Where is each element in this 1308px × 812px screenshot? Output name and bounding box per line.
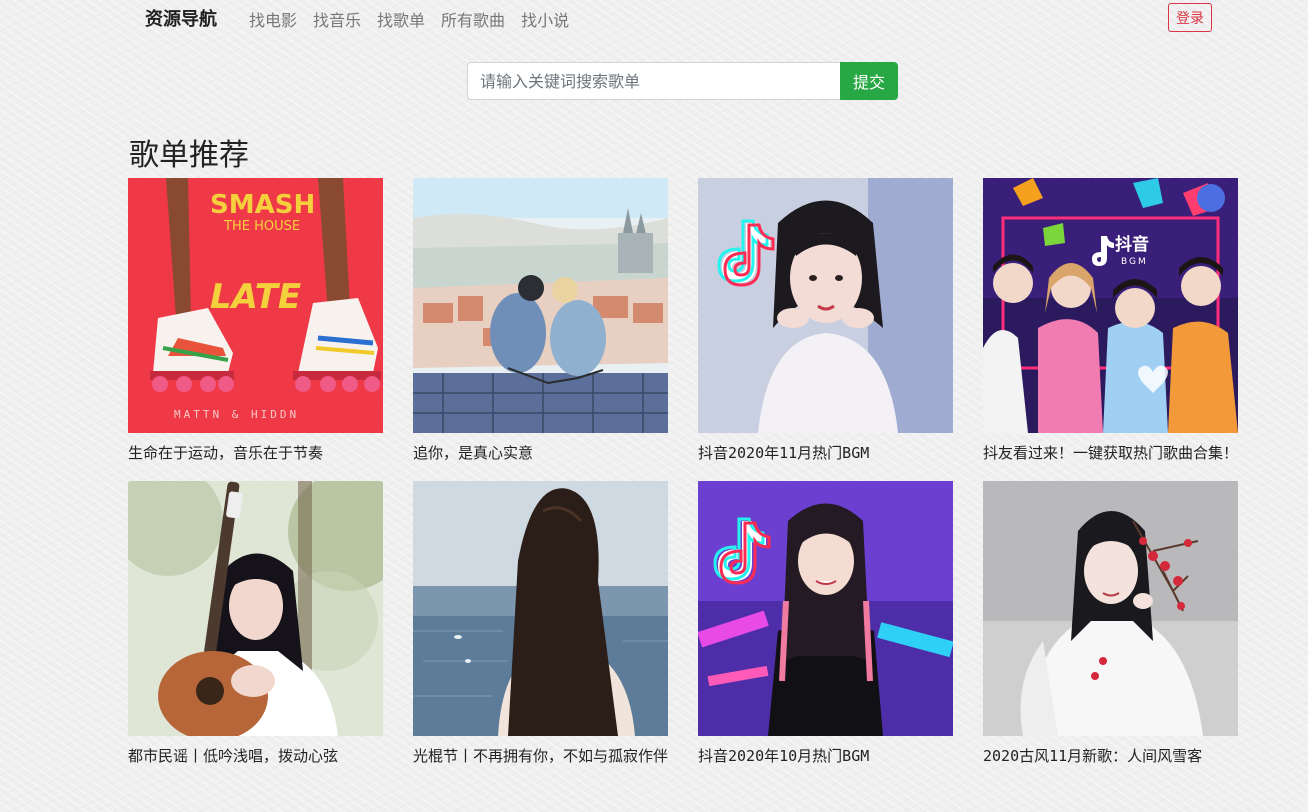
playlist-card[interactable]: 光棍节丨不再拥有你，不如与孤寂作伴 xyxy=(413,481,668,768)
svg-text:抖音: 抖音 xyxy=(1115,234,1149,255)
playlist-title[interactable]: 生命在于运动，音乐在于节奏 xyxy=(128,441,383,465)
login-button[interactable]: 登录 xyxy=(1168,3,1212,32)
playlist-title[interactable]: 抖音2020年11月热门BGM xyxy=(698,441,953,465)
nav-link-playlists[interactable]: 找歌单 xyxy=(377,7,425,31)
roller-skates-cover-image[interactable]: SMASH THE HOUSE LATE MATTN & HIDDN xyxy=(128,178,383,433)
playlist-title[interactable]: 抖友看过来！一键获取热门歌曲合集！ xyxy=(983,441,1238,465)
playlist-card[interactable]: 抖音2020年10月热门BGM xyxy=(698,481,953,768)
top-navbar: 资源导航 找电影 找音乐 找歌单 所有歌曲 找小说 登录 xyxy=(0,0,1308,36)
nav-link-movies[interactable]: 找电影 xyxy=(249,7,297,31)
playlist-card[interactable]: 抖音2020年11月热门BGM xyxy=(698,178,953,465)
svg-text:SMASH: SMASH xyxy=(210,190,315,220)
nav-links: 找电影 找音乐 找歌单 所有歌曲 找小说 xyxy=(249,7,569,31)
illustrated-couple-cover-image[interactable] xyxy=(413,178,668,433)
tiktok-group-cover-image[interactable]: 抖音 BGM xyxy=(983,178,1238,433)
nav-link-music[interactable]: 找音乐 xyxy=(313,7,361,31)
search-form: 提交 xyxy=(467,62,898,100)
playlist-title[interactable]: 抖音2020年10月热门BGM xyxy=(698,744,953,768)
playlist-card[interactable]: 抖音 BGM 抖友看过来！一键获取热门歌曲合集！ xyxy=(983,178,1238,465)
playlist-title[interactable]: 光棍节丨不再拥有你，不如与孤寂作伴 xyxy=(413,744,668,768)
sea-back-cover-image[interactable] xyxy=(413,481,668,736)
submit-button[interactable]: 提交 xyxy=(840,62,898,100)
nav-link-all-songs[interactable]: 所有歌曲 xyxy=(441,7,505,31)
svg-text:THE HOUSE: THE HOUSE xyxy=(223,219,300,234)
search-input[interactable] xyxy=(467,62,840,100)
playlist-card[interactable]: 都市民谣丨低吟浅唱，拨动心弦 xyxy=(128,481,383,768)
playlist-grid: SMASH THE HOUSE LATE MATTN & HIDDN 生命在于运… xyxy=(128,178,1238,768)
svg-text:LATE: LATE xyxy=(210,277,301,317)
section-title: 歌单推荐 xyxy=(129,138,249,173)
tiktok-stage-cover-image[interactable] xyxy=(698,481,953,736)
playlist-card[interactable]: 2020古风11月新歌：人间风雪客 xyxy=(983,481,1238,768)
playlist-title[interactable]: 都市民谣丨低吟浅唱，拨动心弦 xyxy=(128,744,383,768)
playlist-title[interactable]: 追你，是真心实意 xyxy=(413,441,668,465)
ancient-style-cover-image[interactable] xyxy=(983,481,1238,736)
playlist-card[interactable]: SMASH THE HOUSE LATE MATTN & HIDDN 生命在于运… xyxy=(128,178,383,465)
svg-text:MATTN & HIDDN: MATTN & HIDDN xyxy=(174,408,299,421)
nav-link-novels[interactable]: 找小说 xyxy=(521,7,569,31)
playlist-card[interactable]: 追你，是真心实意 xyxy=(413,178,668,465)
svg-text:BGM: BGM xyxy=(1121,257,1148,267)
playlist-title[interactable]: 2020古风11月新歌：人间风雪客 xyxy=(983,744,1238,768)
brand-logo[interactable]: 资源导航 xyxy=(145,5,217,31)
guitar-girl-cover-image[interactable] xyxy=(128,481,383,736)
tiktok-portrait-cover-image[interactable] xyxy=(698,178,953,433)
